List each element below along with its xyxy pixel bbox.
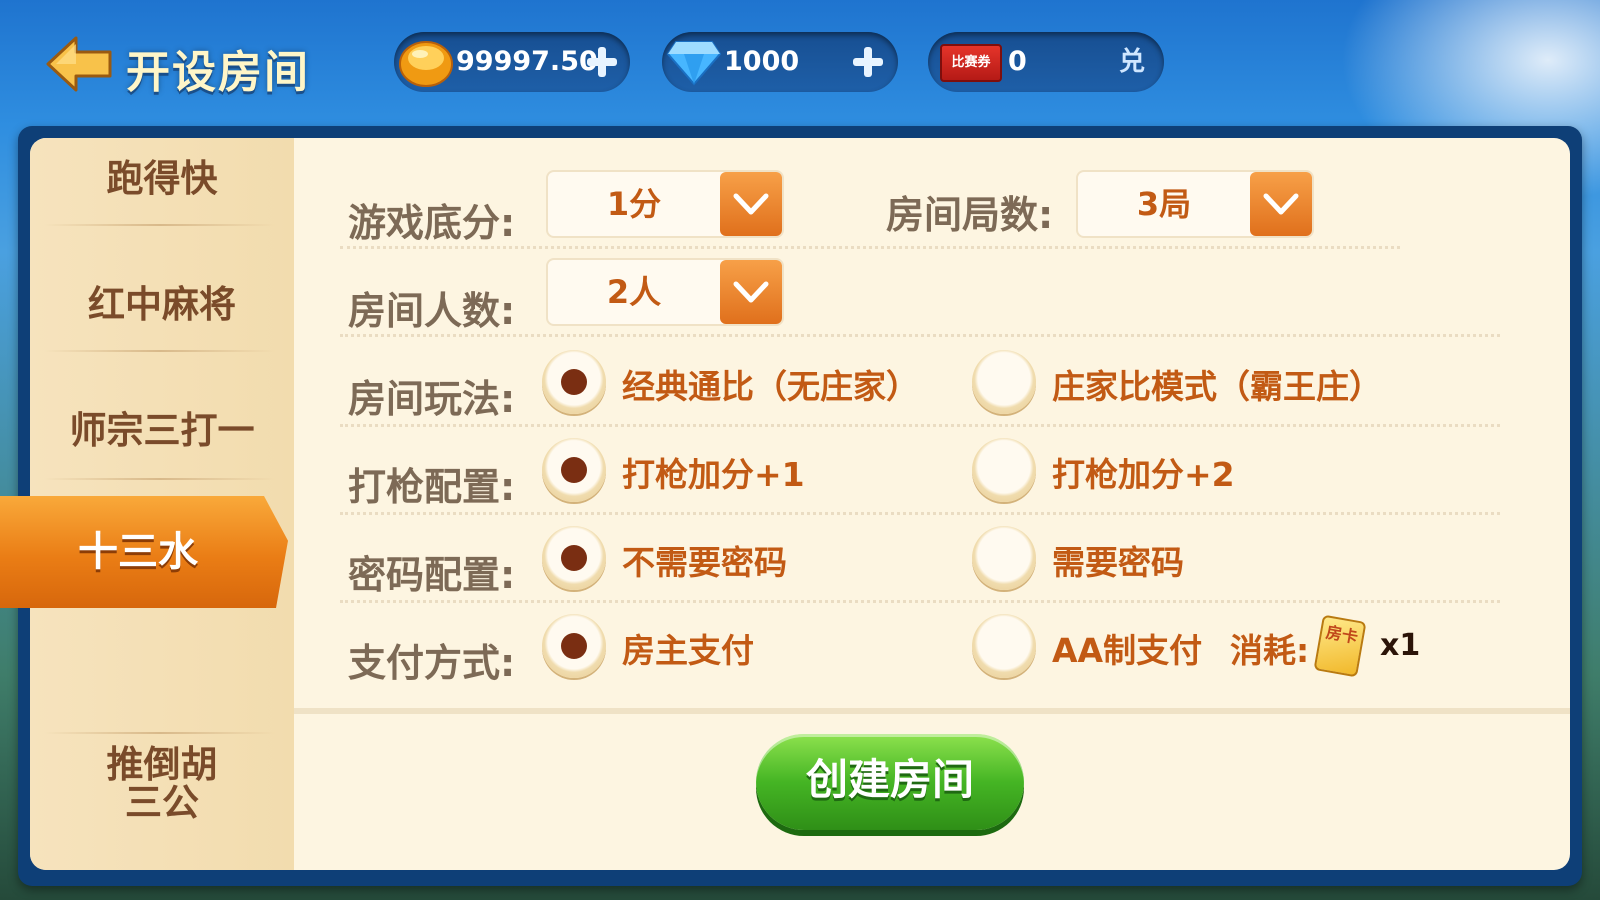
shoot-option-1-label: 打枪加分+1 [622, 455, 805, 494]
rounds-value: 3局 [1136, 185, 1192, 223]
room-card-label: 房卡 [1313, 614, 1367, 678]
sidebar-divider [44, 732, 276, 734]
diamond-icon [666, 41, 722, 86]
bottom-divider [294, 708, 1570, 714]
room-card-icon: 房卡 [1313, 614, 1367, 678]
sidebar-item-hongzhong[interactable]: 红中麻将 [30, 224, 294, 352]
cost-label: 消耗: [1230, 631, 1310, 670]
gold-counter: 99997.50 [394, 32, 630, 92]
row-divider [340, 334, 1500, 337]
dropdown-arrow [720, 172, 782, 236]
create-room-button[interactable]: 创建房间 [756, 734, 1024, 830]
rounds-dropdown[interactable]: 3局 [1076, 170, 1314, 238]
radio-selected-dot [561, 457, 587, 483]
players-dropdown[interactable]: 2人 [546, 258, 784, 326]
mode-option-classic-radio[interactable] [542, 350, 606, 414]
password-option-required-label: 需要密码 [1052, 543, 1184, 582]
page-title: 开设房间 [126, 47, 310, 98]
radio-selected-dot [561, 369, 587, 395]
ticket-counter: 比赛券 0 兑 [928, 32, 1164, 92]
password-option-none-radio[interactable] [542, 526, 606, 590]
password-option-required-radio[interactable] [972, 526, 1036, 590]
players-value: 2人 [606, 273, 662, 311]
password-option-none-label: 不需要密码 [622, 543, 787, 582]
top-bar: 开设房间 99997.50 1000 比赛券 0 兑 [0, 0, 1600, 125]
diamond-amount: 1000 [724, 46, 800, 77]
payment-option-host-radio[interactable] [542, 614, 606, 678]
dropdown-arrow [1250, 172, 1312, 236]
back-button[interactable] [46, 36, 112, 92]
row-divider [340, 424, 1500, 427]
add-gold-button[interactable] [582, 42, 622, 82]
mode-label: 房间玩法: [348, 377, 516, 421]
mode-option-classic-label: 经典通比（无庄家） [622, 367, 919, 406]
mode-option-banker-radio[interactable] [972, 350, 1036, 414]
sidebar-item-label: 师宗三打一 [69, 409, 255, 452]
chevron-down-icon [733, 193, 769, 215]
password-label: 密码配置: [348, 553, 516, 597]
payment-option-host-label: 房主支付 [622, 631, 754, 670]
exchange-button[interactable]: 兑 [1114, 44, 1150, 80]
sidebar-item-sangong[interactable]: 三公 [30, 742, 294, 870]
sidebar-item-shisanshui[interactable]: 十三水 [0, 496, 288, 608]
sidebar-item-label: 红中麻将 [88, 283, 236, 326]
payment-label: 支付方式: [348, 641, 516, 685]
dropdown-arrow [720, 260, 782, 324]
rounds-label: 房间局数: [886, 193, 1054, 237]
cost-count: x1 [1380, 628, 1421, 663]
radio-selected-dot [561, 633, 587, 659]
sidebar-item-label: 三公 [125, 781, 199, 824]
add-diamond-button[interactable] [848, 42, 888, 82]
row-divider [340, 600, 1500, 603]
payment-option-aa-label: AA制支付 [1052, 631, 1203, 670]
back-arrow-icon [46, 36, 112, 92]
plus-icon [853, 47, 883, 77]
row-divider [340, 512, 1500, 515]
ticket-amount: 0 [1008, 46, 1027, 77]
players-label: 房间人数: [348, 289, 516, 333]
gold-amount: 99997.50 [456, 46, 598, 77]
shoot-option-2-label: 打枪加分+2 [1052, 455, 1235, 494]
chevron-down-icon [733, 281, 769, 303]
shoot-option-2-radio[interactable] [972, 438, 1036, 502]
shoot-label: 打枪配置: [348, 465, 516, 509]
plus-icon [587, 47, 617, 77]
row-divider [340, 246, 1400, 249]
sidebar-item-label: 跑得快 [106, 157, 218, 200]
diamond-counter: 1000 [662, 32, 898, 92]
shoot-option-1-radio[interactable] [542, 438, 606, 502]
base-score-value: 1分 [606, 185, 662, 223]
sidebar-divider [44, 478, 276, 480]
base-score-dropdown[interactable]: 1分 [546, 170, 784, 238]
sidebar-item-shizong[interactable]: 师宗三打一 [30, 350, 294, 478]
radio-selected-dot [561, 545, 587, 571]
base-score-label: 游戏底分: [348, 201, 516, 245]
payment-option-aa-radio[interactable] [972, 614, 1036, 678]
chevron-down-icon [1263, 193, 1299, 215]
gold-ingot-icon [399, 41, 453, 87]
mode-option-banker-label: 庄家比模式（霸王庄） [1052, 367, 1382, 406]
ticket-icon: 比赛券 [940, 44, 1002, 82]
